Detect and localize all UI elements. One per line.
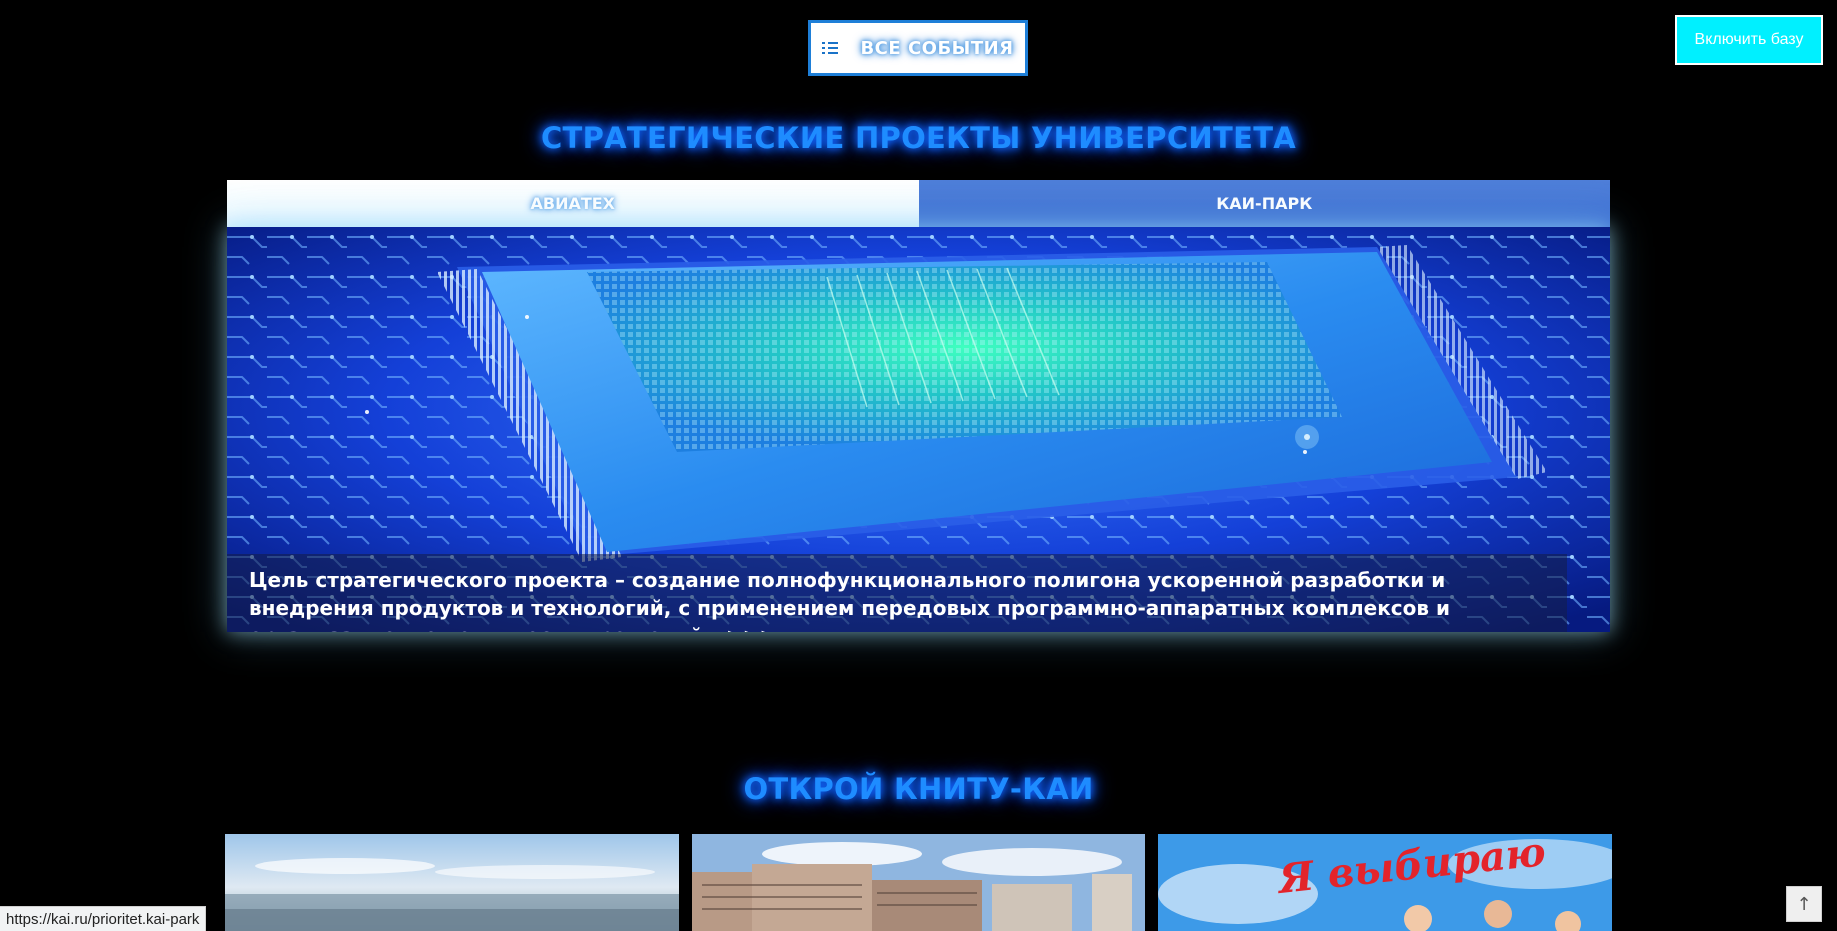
all-events-button[interactable]: ВСЕ СОБЫТИЯ	[808, 20, 1028, 76]
all-events-label: ВСЕ СОБЫТИЯ	[860, 37, 1014, 59]
strategic-projects-title: СТРАТЕГИЧЕСКИЕ ПРОЕКТЫ УНИВЕРСИТЕТА	[540, 121, 1297, 155]
campus-buildings-image	[692, 834, 1145, 931]
tab-aviatech[interactable]: АВИАТЕХ	[227, 180, 919, 227]
tab-kai-park[interactable]: КАИ-ПАРК	[918, 180, 1610, 227]
project-slide[interactable]: Цель стратегического проекта – создание …	[227, 227, 1610, 632]
slide-caption: Цель стратегического проекта – создание …	[227, 554, 1567, 632]
open-kai-title: ОТКРОЙ КНИТУ-КАИ	[743, 772, 1094, 806]
card-campus-buildings[interactable]	[692, 834, 1145, 931]
enable-base-button[interactable]: Включить базу	[1675, 15, 1823, 65]
arrow-up-icon: ↑	[1796, 893, 1812, 915]
city-panorama-image	[225, 834, 679, 931]
status-bar-url: https://kai.ru/prioritet.kai-park	[0, 906, 207, 931]
page: ВСЕ СОБЫТИЯ Включить базу СТРАТЕГИЧЕСКИЕ…	[0, 0, 1837, 931]
list-icon	[822, 42, 839, 54]
scroll-top-button[interactable]: ↑	[1786, 886, 1822, 922]
project-tabs: АВИАТЕХ КАИ-ПАРК	[227, 180, 1610, 227]
card-city-panorama[interactable]	[225, 834, 679, 931]
card-students[interactable]: Я выбираю	[1158, 834, 1612, 931]
